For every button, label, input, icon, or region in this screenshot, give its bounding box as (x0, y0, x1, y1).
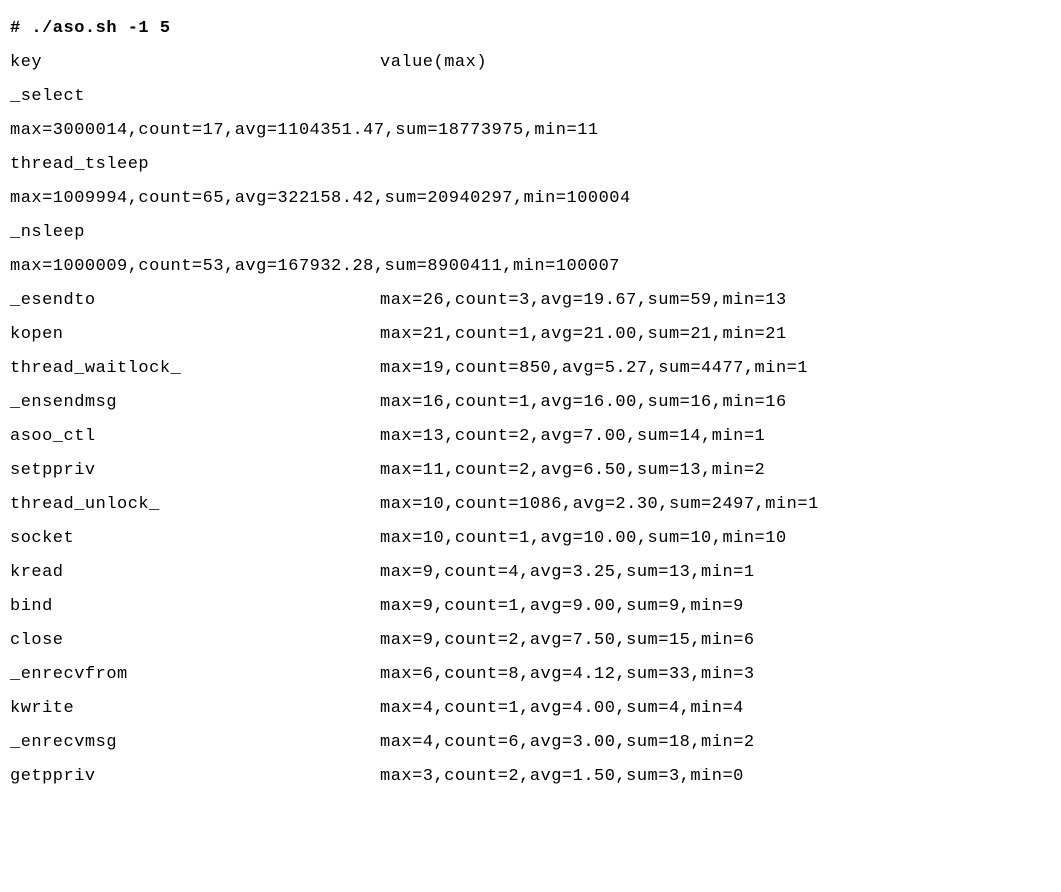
header-value: value(max) (380, 46, 1051, 80)
entry-row: socketmax=10,count=1,avg=10.00,sum=10,mi… (10, 522, 1051, 556)
entry-value: max=16,count=1,avg=16.00,sum=16,min=16 (380, 386, 1051, 420)
entry-value: max=11,count=2,avg=6.50,sum=13,min=2 (380, 454, 1051, 488)
entry-value: max=10,count=1,avg=10.00,sum=10,min=10 (380, 522, 1051, 556)
entry-value: max=10,count=1086,avg=2.30,sum=2497,min=… (380, 488, 1051, 522)
entry-value: max=26,count=3,avg=19.67,sum=59,min=13 (380, 284, 1051, 318)
entry-row: bindmax=9,count=1,avg=9.00,sum=9,min=9 (10, 590, 1051, 624)
inline-entries: _esendtomax=26,count=3,avg=19.67,sum=59,… (10, 284, 1051, 794)
entry-row: thread_tsleepmax=1009994,count=65,avg=32… (10, 148, 1051, 216)
entry-row: _ensendmsgmax=16,count=1,avg=16.00,sum=1… (10, 386, 1051, 420)
entry-key: bind (10, 590, 380, 624)
entry-key: _enrecvmsg (10, 726, 380, 760)
entry-key: kwrite (10, 692, 380, 726)
entry-row: _enrecvmsgmax=4,count=6,avg=3.00,sum=18,… (10, 726, 1051, 760)
entry-row: kopenmax=21,count=1,avg=21.00,sum=21,min… (10, 318, 1051, 352)
entry-row: _nsleepmax=1000009,count=53,avg=167932.2… (10, 216, 1051, 284)
entry-value: max=9,count=2,avg=7.50,sum=15,min=6 (380, 624, 1051, 658)
entry-row: kwritemax=4,count=1,avg=4.00,sum=4,min=4 (10, 692, 1051, 726)
entry-row: asoo_ctlmax=13,count=2,avg=7.00,sum=14,m… (10, 420, 1051, 454)
entry-row: _enrecvfrommax=6,count=8,avg=4.12,sum=33… (10, 658, 1051, 692)
entry-value: max=4,count=6,avg=3.00,sum=18,min=2 (380, 726, 1051, 760)
entry-value: max=1000009,count=53,avg=167932.28,sum=8… (10, 250, 1051, 284)
entry-value: max=19,count=850,avg=5.27,sum=4477,min=1 (380, 352, 1051, 386)
entry-key: _enrecvfrom (10, 658, 380, 692)
entry-row: getpprivmax=3,count=2,avg=1.50,sum=3,min… (10, 760, 1051, 794)
entry-key: setppriv (10, 454, 380, 488)
entry-key: kread (10, 556, 380, 590)
entry-key: _select (10, 80, 1051, 114)
header-key: key (10, 46, 380, 80)
entry-value: max=4,count=1,avg=4.00,sum=4,min=4 (380, 692, 1051, 726)
entry-key: socket (10, 522, 380, 556)
entry-value: max=13,count=2,avg=7.00,sum=14,min=1 (380, 420, 1051, 454)
entry-key: getppriv (10, 760, 380, 794)
entry-value: max=6,count=8,avg=4.12,sum=33,min=3 (380, 658, 1051, 692)
entry-value: max=3000014,count=17,avg=1104351.47,sum=… (10, 114, 1051, 148)
entry-value: max=3,count=2,avg=1.50,sum=3,min=0 (380, 760, 1051, 794)
entry-row: _esendtomax=26,count=3,avg=19.67,sum=59,… (10, 284, 1051, 318)
command-line: # ./aso.sh -1 5 (10, 12, 1051, 46)
entry-key: thread_tsleep (10, 148, 1051, 182)
entry-key: _esendto (10, 284, 380, 318)
entry-row: closemax=9,count=2,avg=7.50,sum=15,min=6 (10, 624, 1051, 658)
entry-key: thread_waitlock_ (10, 352, 380, 386)
entry-row: thread_unlock_max=10,count=1086,avg=2.30… (10, 488, 1051, 522)
entry-value: max=1009994,count=65,avg=322158.42,sum=2… (10, 182, 1051, 216)
entry-row: kreadmax=9,count=4,avg=3.25,sum=13,min=1 (10, 556, 1051, 590)
entry-row: setpprivmax=11,count=2,avg=6.50,sum=13,m… (10, 454, 1051, 488)
header-row: key value(max) (10, 46, 1051, 80)
entry-value: max=9,count=4,avg=3.25,sum=13,min=1 (380, 556, 1051, 590)
entry-value: max=21,count=1,avg=21.00,sum=21,min=21 (380, 318, 1051, 352)
entry-key: _nsleep (10, 216, 1051, 250)
entry-row: thread_waitlock_max=19,count=850,avg=5.2… (10, 352, 1051, 386)
entry-key: _ensendmsg (10, 386, 380, 420)
entry-key: asoo_ctl (10, 420, 380, 454)
entry-key: kopen (10, 318, 380, 352)
entry-row: _selectmax=3000014,count=17,avg=1104351.… (10, 80, 1051, 148)
entry-key: close (10, 624, 380, 658)
multiline-entries: _selectmax=3000014,count=17,avg=1104351.… (10, 80, 1051, 284)
entry-key: thread_unlock_ (10, 488, 380, 522)
entry-value: max=9,count=1,avg=9.00,sum=9,min=9 (380, 590, 1051, 624)
